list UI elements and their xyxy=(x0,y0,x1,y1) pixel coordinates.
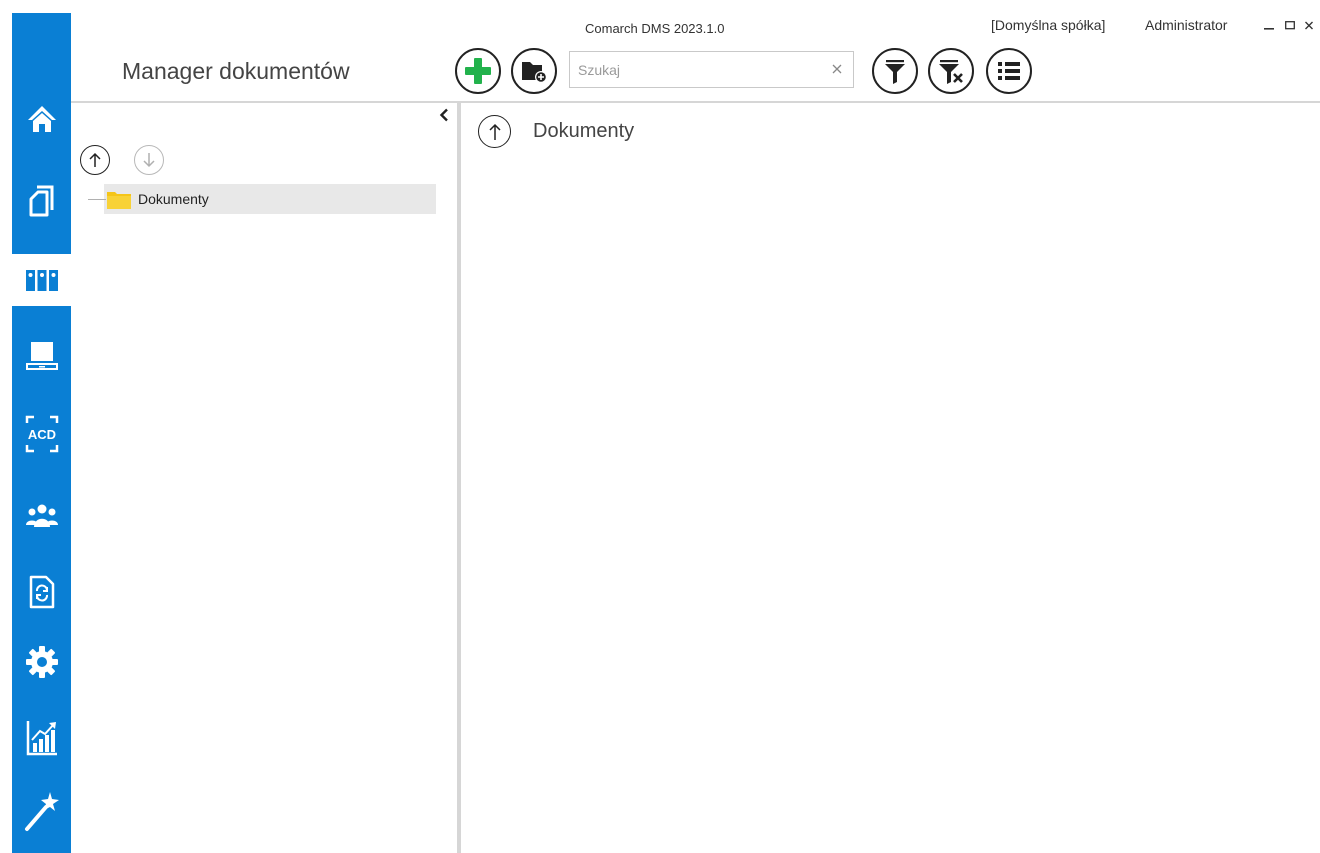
company-name[interactable]: [Domyślna spółka] xyxy=(991,17,1105,33)
filter-clear-icon xyxy=(939,60,963,84)
plus-icon xyxy=(465,58,491,84)
list-view-button[interactable] xyxy=(986,48,1032,94)
header-divider xyxy=(71,101,1320,103)
folder-icon xyxy=(107,192,131,209)
maximize-button[interactable] xyxy=(1284,17,1296,33)
navigation-rail: ACD xyxy=(12,13,71,853)
nav-workstation[interactable] xyxy=(12,330,71,382)
workstation-icon xyxy=(25,342,58,370)
folder-add-icon xyxy=(522,62,547,83)
nav-reports[interactable] xyxy=(12,712,71,764)
users-icon xyxy=(25,504,58,527)
filter-button[interactable] xyxy=(872,48,918,94)
close-button[interactable] xyxy=(1303,17,1315,33)
report-chart-icon xyxy=(26,721,57,756)
binders-icon xyxy=(25,270,58,291)
list-icon xyxy=(998,62,1020,80)
home-icon xyxy=(27,106,56,132)
acd-icon: ACD xyxy=(25,415,58,453)
nav-users[interactable] xyxy=(12,490,71,542)
nav-settings[interactable] xyxy=(12,636,71,688)
filter-icon xyxy=(885,60,905,84)
minimize-icon xyxy=(1264,28,1274,30)
minimize-button[interactable] xyxy=(1263,17,1275,33)
chevron-left-icon xyxy=(439,108,448,122)
user-name[interactable]: Administrator xyxy=(1145,17,1227,33)
nav-wizard[interactable] xyxy=(12,785,71,837)
nav-document-sync[interactable] xyxy=(12,566,71,618)
nav-documents[interactable] xyxy=(12,175,71,227)
gear-icon xyxy=(25,646,58,678)
arrow-up-icon xyxy=(488,123,501,140)
clear-filter-button[interactable] xyxy=(928,48,974,94)
documents-icon xyxy=(29,185,53,217)
add-folder-button[interactable] xyxy=(511,48,557,94)
search-input[interactable] xyxy=(570,52,820,87)
close-icon xyxy=(1305,21,1313,30)
tree-move-up-button[interactable] xyxy=(80,145,110,175)
arrow-up-icon xyxy=(89,152,101,167)
search-box xyxy=(569,51,854,88)
maximize-icon xyxy=(1285,21,1295,30)
document-sync-icon xyxy=(29,575,54,609)
nav-binders[interactable] xyxy=(12,254,71,306)
tree-move-down-button[interactable] xyxy=(134,145,164,175)
content-up-button[interactable] xyxy=(478,115,511,148)
app-title: Comarch DMS 2023.1.0 xyxy=(585,21,725,36)
nav-acd[interactable]: ACD xyxy=(12,408,71,460)
tree-item-label: Dokumenty xyxy=(138,191,209,207)
svg-text:ACD: ACD xyxy=(27,427,55,442)
page-title: Manager dokumentów xyxy=(122,58,350,84)
magic-wand-icon xyxy=(24,792,59,831)
collapse-tree-button[interactable] xyxy=(437,106,451,124)
tree-connector xyxy=(88,199,106,200)
add-document-button[interactable] xyxy=(455,48,501,94)
panel-splitter[interactable] xyxy=(457,103,461,853)
nav-home[interactable] xyxy=(12,93,71,145)
content-title: Dokumenty xyxy=(533,120,635,142)
search-clear-icon[interactable] xyxy=(829,61,845,77)
arrow-down-icon xyxy=(143,153,155,168)
